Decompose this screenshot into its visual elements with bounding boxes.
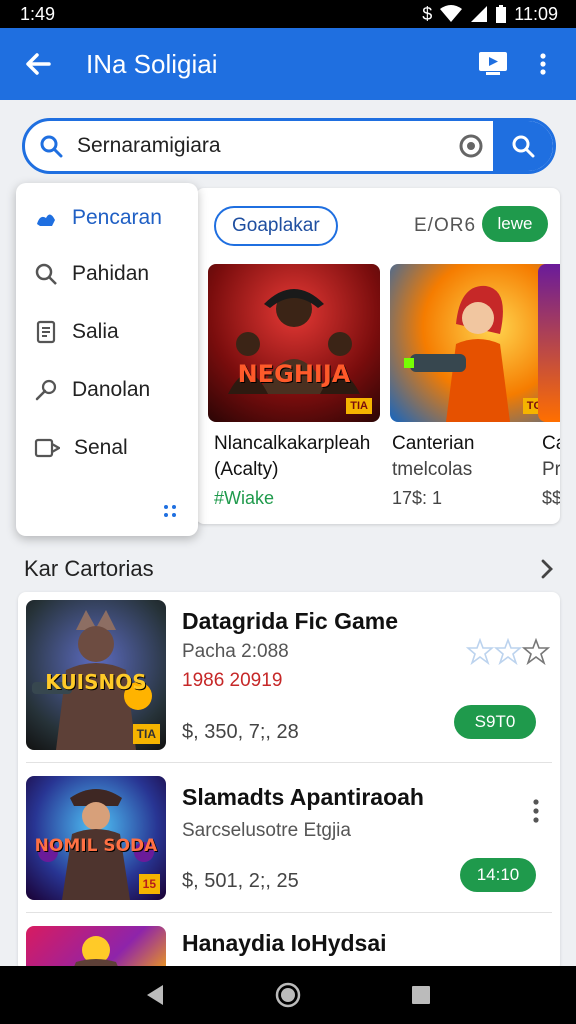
cast-icon <box>479 52 507 75</box>
menu-item-senal[interactable]: Senal <box>34 433 128 463</box>
divider <box>26 912 552 913</box>
install-button[interactable]: S9T0 <box>454 705 536 739</box>
game-list: KUISNOS TIA Datagrida Fic Game Pacha 2:0… <box>18 592 560 972</box>
game-subtitle: Sarcselusotre Etgjia <box>182 820 351 841</box>
overflow-menu-button[interactable] <box>518 28 568 100</box>
signal-icon <box>471 6 488 22</box>
more-vert-icon[interactable] <box>532 798 540 824</box>
tile-title: Ca <box>542 433 560 454</box>
featured-label: E/OR6 <box>414 215 477 236</box>
document-icon <box>36 320 56 344</box>
tile-title: Nlancalkakarpleah <box>214 433 371 454</box>
nav-home-icon[interactable] <box>274 981 302 1009</box>
filter-chip[interactable]: Goaplakar <box>214 206 338 246</box>
more-vert-icon <box>540 53 546 75</box>
app-bar: INa Soligiai <box>0 28 576 100</box>
section-title: Kar Cartorias <box>24 556 154 581</box>
thumbnail-art-text: KUISNOS <box>45 670 147 694</box>
tile-title: Canterian <box>392 433 475 454</box>
game-title[interactable]: Slamadts Apantiraoah <box>182 784 424 811</box>
search-icon <box>35 263 57 285</box>
battery-icon <box>496 5 507 23</box>
search-icon <box>512 135 535 158</box>
wifi-icon <box>440 5 463 22</box>
drag-handle-icon[interactable] <box>162 503 178 519</box>
game-price: $, 350, 7;, 28 <box>182 721 299 743</box>
tile-meta: #Wiake <box>214 488 275 508</box>
tile-meta: 17$: 1 <box>392 488 443 508</box>
dropdown-menu: Pencaran Pahidan Salia Danolan Senal <box>16 183 198 536</box>
back-button[interactable] <box>8 28 68 100</box>
search-icon <box>25 134 77 158</box>
game-tile-art[interactable] <box>538 264 560 422</box>
chevron-right-icon <box>541 559 553 579</box>
star-rating-icon[interactable] <box>466 638 552 666</box>
tile-meta: $$ <box>542 488 560 508</box>
featured-pill-button[interactable]: lewe <box>482 206 548 242</box>
game-price: $, 501, 2;, 25 <box>182 870 299 892</box>
menu-item-pahidan[interactable]: Pahidan <box>34 259 149 289</box>
featured-card: Goaplakar E/OR6 lewe NEGHIJA TIA TGA Nla… <box>196 188 560 524</box>
menu-item-pencaran[interactable]: Pencaran <box>34 203 162 233</box>
nav-back-icon[interactable] <box>144 983 166 1007</box>
tile-subtitle: tmelcolas <box>392 459 473 480</box>
cast-button[interactable] <box>468 28 518 100</box>
game-tile-art[interactable]: NEGHIJA TIA <box>208 264 380 422</box>
game-thumbnail[interactable]: KUISNOS TIA <box>26 600 166 750</box>
thumbnail-badge: 15 <box>138 874 160 894</box>
tile-subtitle: (Acalty) <box>214 459 279 480</box>
status-icons: $ 11:09 <box>422 4 558 25</box>
tile-subtitle: Pr <box>542 459 560 480</box>
system-nav-bar <box>0 966 576 1024</box>
menu-item-salia[interactable]: Salia <box>34 317 119 347</box>
game-date: 1986 20919 <box>182 670 283 691</box>
divider <box>26 762 552 763</box>
game-title[interactable]: Datagrida Fic Game <box>182 608 398 635</box>
tile-art-text: NEGHIJA <box>237 360 351 388</box>
menu-item-danolan[interactable]: Danolan <box>34 375 150 405</box>
page-title: INa Soligiai <box>86 48 218 79</box>
tile-badge: TIA <box>346 398 372 414</box>
search-bar[interactable]: Sernaramigiara <box>22 118 556 174</box>
game-thumbnail[interactable]: NOMIL SODA 15 <box>26 776 166 900</box>
thumbnail-badge: TIA <box>132 724 160 744</box>
status-time: 1:49 <box>20 3 56 24</box>
game-tile-art[interactable]: TGA <box>390 264 560 422</box>
section-header[interactable]: Kar Cartorias <box>24 554 554 584</box>
game-subtitle: Pacha 2:088 <box>182 641 289 662</box>
status-bar: 1:49 $ 11:09 <box>0 0 576 28</box>
lens-icon[interactable] <box>449 133 493 159</box>
share-icon <box>34 438 60 458</box>
nav-recents-icon[interactable] <box>410 984 432 1006</box>
spark-icon <box>37 214 55 226</box>
install-button[interactable]: 14:10 <box>460 858 536 892</box>
pin-icon <box>35 379 57 401</box>
search-submit-button[interactable] <box>493 121 553 171</box>
thumbnail-art-text: NOMIL SODA <box>34 836 158 856</box>
arrow-left-icon <box>26 53 51 75</box>
status-clock: 11:09 <box>514 3 558 24</box>
game-title[interactable]: Hanaydia IoHydsai <box>182 930 387 957</box>
search-input[interactable]: Sernaramigiara <box>77 134 449 158</box>
dollar-icon: $ <box>422 3 433 24</box>
